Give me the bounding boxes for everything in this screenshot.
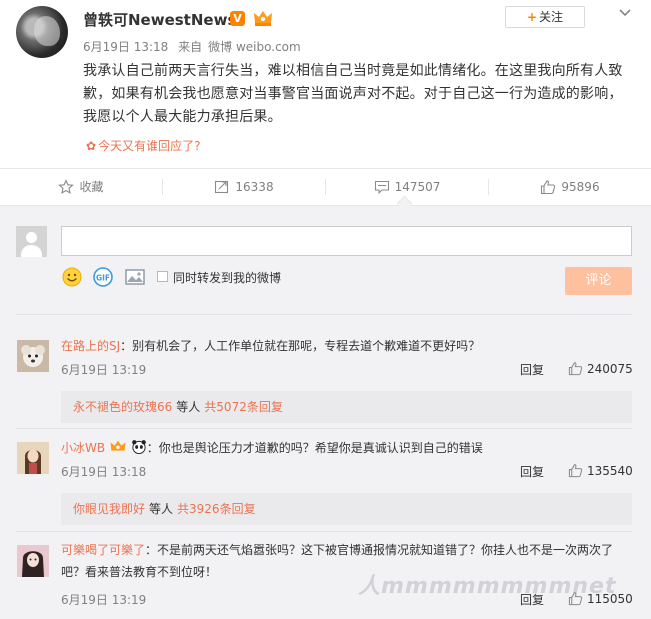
comment-text: 小冰WB ：你也是舆论压力才道歉的吗？希望你是真诚认识到自己的错误 [61,437,636,459]
panda-icon [131,440,146,454]
like-count: 95896 [561,180,600,194]
current-user-avatar [16,226,47,257]
dog-avatar-icon [17,340,49,372]
divider [16,531,632,532]
comment-input[interactable] [61,226,632,256]
crown-icon [110,440,126,451]
post-text: 我承认自己前两天言行失当，难以相信自己当时竟是如此情绪化。在这里我向所有人致歉，… [83,63,623,125]
comment-icon [374,180,389,195]
post-source[interactable]: 微博 weibo.com [208,40,301,54]
commenter-avatar[interactable] [17,442,49,474]
divider [16,428,632,429]
sub-reply-user[interactable]: 你眼见我即好 [73,502,145,516]
like-button[interactable]: 95896 [489,169,651,205]
author-avatar[interactable] [16,6,68,58]
author-name[interactable]: 曾轶可NewestNews [83,9,236,30]
comment-time: 6月19日 13:19 [61,363,147,377]
girl-avatar-icon [17,545,49,577]
svg-text:GIF: GIF [96,274,110,283]
repost-count: 16338 [235,180,274,194]
sub-reply-mid: 等人 [149,502,174,516]
comment-content: ：别有机会了，人工作单位就在那呢，专程去道个歉难道不更好吗？ [120,339,481,353]
commenter-name[interactable]: 小冰WB [61,441,105,455]
comment-count: 147507 [394,180,441,194]
commenter-name[interactable]: 可樂喝了可樂了 [61,543,145,557]
thumbs-up-icon [568,362,583,376]
follow-label: 关注 [539,10,564,24]
commenter-name[interactable]: 在路上的SJ [61,339,120,353]
flower-icon: ✿ [86,139,97,153]
image-icon[interactable] [124,266,146,288]
verified-badge-icon: V [230,11,245,26]
repost-option-label[interactable]: 同时转发到我的微博 [173,269,281,286]
thumbs-up-icon [568,464,583,478]
action-bar: 收藏 16338 147507 95896 [0,168,651,206]
topic-link[interactable]: ✿ 今天又有谁回应了? [86,137,200,154]
commenter-avatar[interactable] [17,340,49,372]
post-date[interactable]: 6月19日 13:18 [83,40,168,54]
sub-reply-mid: 等人 [176,400,201,414]
more-chevron-icon[interactable] [618,6,632,20]
comment-text: 在路上的SJ：别有机会了，人工作单位就在那呢，专程去道个歉难道不更好吗？ [61,335,636,357]
sub-replies-box: 永不褪色的玫瑰66 等人 共5072条回复 [61,391,632,423]
comment-like-button[interactable]: 135540 [568,463,633,478]
submit-comment-button[interactable]: 评论 [565,267,632,295]
thumbs-up-icon [541,180,556,195]
sub-reply-user[interactable]: 永不褪色的玫瑰66 [73,400,172,414]
sub-replies-box: 你眼见我即好 等人 共3926条回复 [61,493,632,525]
topic-link-label: 今天又有谁回应了? [98,139,201,153]
gif-icon[interactable]: GIF [92,266,114,288]
commenter-avatar[interactable] [17,545,49,577]
watermark: 人mmmmmmmmnet [358,574,617,599]
divider [16,314,632,315]
follow-button[interactable]: + 关注 [505,6,585,28]
sub-reply-count-link[interactable]: 共3926条回复 [177,502,256,516]
smiley-icon[interactable] [61,266,83,288]
favorite-button[interactable]: 收藏 [0,169,162,205]
favorite-label: 收藏 [79,180,104,194]
vip-crown-icon [254,11,272,26]
repost-button[interactable]: 16338 [163,169,325,205]
reply-button[interactable]: 回复 [520,463,544,480]
comment-like-count: 240075 [587,362,633,376]
post-meta: 6月19日 13:18 来自 微博 weibo.com [83,38,307,55]
sub-reply-count-link[interactable]: 共5072条回复 [204,400,283,414]
comment-content: ：你也是舆论压力才道歉的吗？希望你是真诚认识到自己的错误 [146,441,483,455]
comment-like-count: 135540 [587,464,633,478]
comment-time: 6月19日 13:19 [61,593,147,607]
post-source-prefix: 来自 [178,40,203,54]
comment-like-button[interactable]: 240075 [568,361,633,376]
repost-icon [215,180,229,194]
star-icon [58,179,75,195]
comment-time: 6月19日 13:18 [61,465,147,479]
repost-checkbox[interactable] [157,271,168,282]
girl-avatar-icon [17,442,49,474]
reply-button[interactable]: 回复 [520,361,544,378]
plus-icon: + [526,10,538,24]
